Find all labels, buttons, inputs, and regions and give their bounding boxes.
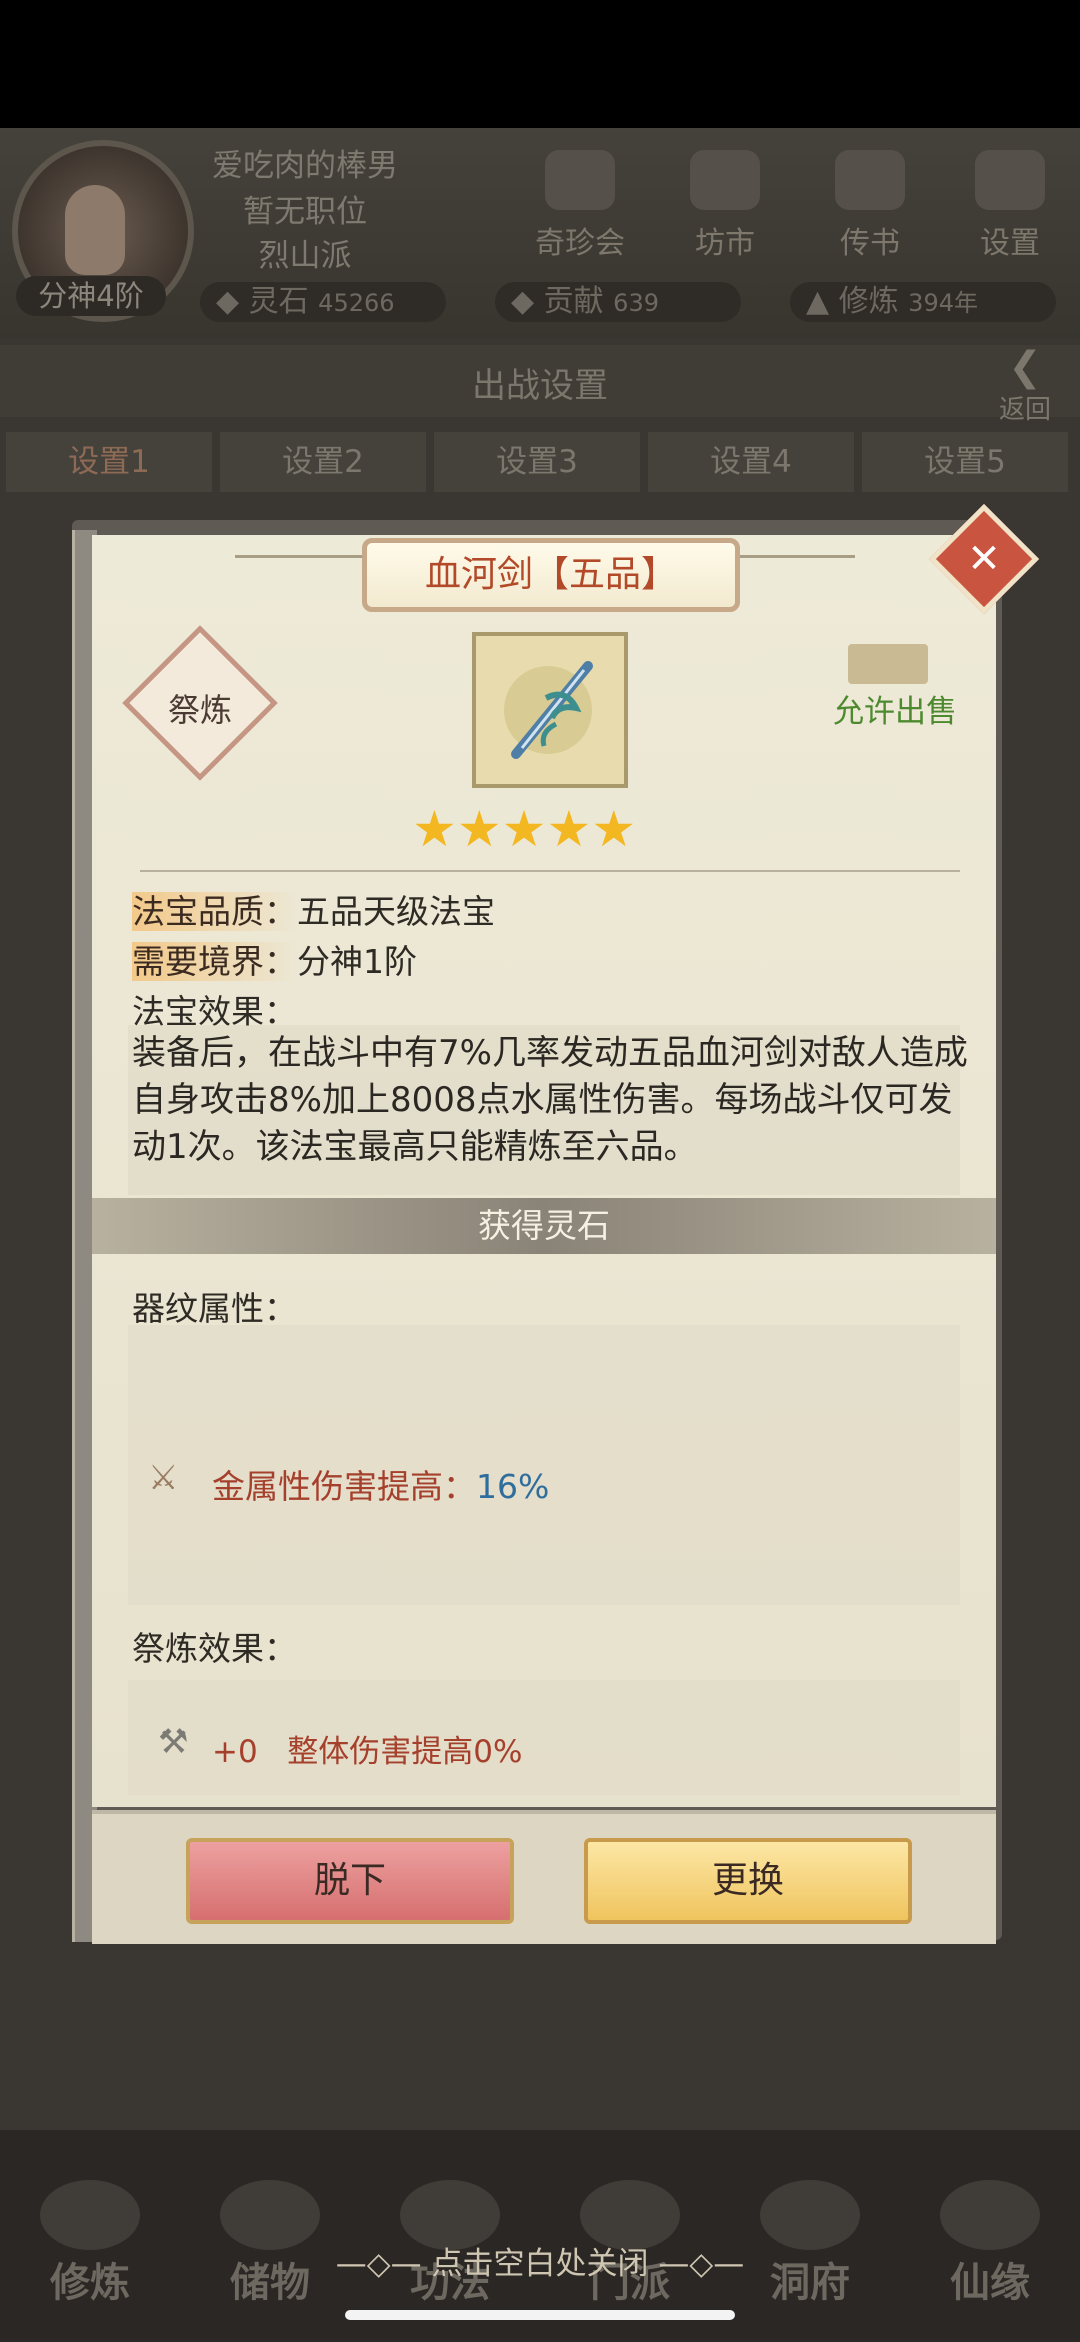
unequip-button[interactable]: 脱下 xyxy=(186,1838,514,1924)
button-label: 奇珍会 xyxy=(535,226,625,261)
market-button[interactable]: 坊市 xyxy=(670,150,780,270)
refine-effect-label: 祭炼效果： xyxy=(132,1629,297,1668)
tab-setting-4[interactable]: 设置4 xyxy=(648,432,854,492)
cultivation-icon: ▲ xyxy=(806,284,830,319)
pavilion-icon xyxy=(545,150,615,210)
back-label: 返回 xyxy=(998,395,1051,425)
player-position: 暂无职位 xyxy=(243,194,367,230)
star-rating: ★★★★★ xyxy=(412,800,682,858)
star-icon: ★ xyxy=(456,800,502,858)
back-arrow-icon: ❮ xyxy=(1008,344,1042,390)
sword-icon xyxy=(504,661,593,759)
resource-value: 45266 xyxy=(318,289,395,317)
effect-text: 装备后，在战斗中有7%几率发动五品血河剑对敌人造成自身攻击8%加上8008点水属… xyxy=(132,1033,968,1167)
star-icon: ★ xyxy=(501,800,547,858)
qiwen-attr-value: 16% xyxy=(476,1467,550,1506)
realm-badge: 分神4阶 xyxy=(16,276,166,316)
resource-value: 639 xyxy=(613,289,659,317)
qiwen-attr-name: 金属性伤害提高： xyxy=(212,1467,476,1506)
tab-setting-1[interactable]: 设置1 xyxy=(6,432,212,492)
button-label: 设置 xyxy=(980,226,1040,261)
resource-contribution: ◆ 贡献 639 xyxy=(495,282,741,322)
ornament-right-icon: —◇— xyxy=(648,2246,745,2282)
divider xyxy=(140,870,960,872)
resource-cultivation: ▲ 修炼 394年 xyxy=(790,282,1056,322)
letter-icon xyxy=(835,150,905,210)
resource-spirit-stone: ◆ 灵石 45266 xyxy=(200,282,446,322)
realm-label: 需要境界： xyxy=(132,942,297,981)
quality-value: 五品天级法宝 xyxy=(297,892,495,931)
sword-attr-icon: ⚔ xyxy=(148,1458,179,1498)
replace-button[interactable]: 更换 xyxy=(584,1838,912,1924)
resource-label: 贡献 xyxy=(543,284,604,319)
quality-label: 法宝品质： xyxy=(132,892,297,931)
settings-button[interactable]: 设置 xyxy=(955,150,1065,270)
quality-row: 法宝品质：五品天级法宝 xyxy=(132,885,495,933)
close-icon: ✕ xyxy=(967,536,1001,582)
messages-button[interactable]: 传书 xyxy=(815,150,925,270)
refine-hammer-icon: ⚒ xyxy=(158,1722,189,1762)
tab-setting-2[interactable]: 设置2 xyxy=(220,432,426,492)
resource-label: 灵石 xyxy=(248,284,309,319)
contribution-icon: ◆ xyxy=(511,284,535,319)
spirit-stone-label: 获得灵石 xyxy=(478,1206,610,1245)
item-icon-frame xyxy=(472,632,628,788)
avatar-portrait xyxy=(65,185,125,275)
refine-label: 祭炼 xyxy=(167,691,232,729)
market-icon xyxy=(690,150,760,210)
back-button[interactable]: ❮ 返回 xyxy=(985,345,1065,425)
tab-setting-3[interactable]: 设置3 xyxy=(434,432,640,492)
resource-label: 修炼 xyxy=(838,284,899,319)
star-icon: ★ xyxy=(412,800,457,858)
qiwen-attr-row: 金属性伤害提高：16% xyxy=(212,1460,549,1508)
realm-row: 需要境界：分神1阶 xyxy=(132,935,417,983)
refine-effect-text: 整体伤害提高0% xyxy=(287,1734,523,1770)
gear-icon xyxy=(975,150,1045,210)
home-indicator[interactable] xyxy=(345,2310,735,2320)
button-label: 传书 xyxy=(840,226,900,261)
star-icon: ★ xyxy=(591,800,637,858)
resource-value: 394年 xyxy=(908,289,978,317)
close-hint[interactable]: —◇— 点击空白处关闭 —◇— xyxy=(0,2238,1080,2283)
player-name: 爱吃肉的棒男 xyxy=(212,148,398,184)
player-sect: 烈山派 xyxy=(258,238,352,274)
spirit-stone-icon: ◆ xyxy=(216,284,240,319)
refine-level: +0 xyxy=(212,1734,258,1770)
item-title: 血河剑【五品】 xyxy=(362,538,740,612)
tab-setting-5[interactable]: 设置5 xyxy=(862,432,1068,492)
sell-allowed-label: 允许出售 xyxy=(833,694,957,730)
sell-chest-icon xyxy=(848,644,928,684)
refine-effect-row: +0 整体伤害提高0% xyxy=(212,1726,522,1771)
button-label: 坊市 xyxy=(695,226,755,261)
star-icon: ★ xyxy=(546,800,592,858)
qiwen-label: 器纹属性： xyxy=(132,1289,297,1328)
screen-title: 出战设置 xyxy=(472,366,608,406)
treasure-auction-button[interactable]: 奇珍会 xyxy=(525,150,635,270)
ornament-left-icon: —◇— xyxy=(335,2246,432,2282)
realm-value: 分神1阶 xyxy=(297,942,417,981)
close-hint-text: 点击空白处关闭 xyxy=(431,2246,649,2282)
